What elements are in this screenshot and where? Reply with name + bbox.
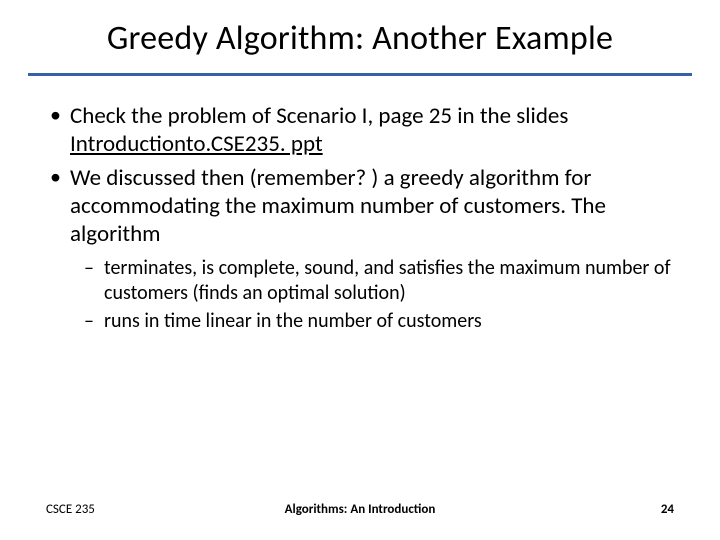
sub-bullet-1: terminates, is complete, sound, and sati… [82, 256, 674, 305]
footer-page-number: 24 [661, 502, 674, 517]
title-wrap: Greedy Algorithm: Another Example [0, 0, 720, 67]
sub-bullet-1-text: terminates, is complete, sound, and sati… [104, 256, 671, 304]
bullet-1-link[interactable]: Introductionto.CSE235. ppt [70, 130, 323, 158]
bullet-2-text: We discussed then (remember? ) a greedy … [70, 164, 606, 248]
bullet-1: Check the problem of Scenario I, page 25… [46, 102, 674, 158]
footer-title: Algorithms: An Introduction [0, 502, 720, 517]
bullet-1-text: Check the problem of Scenario I, page 25… [70, 102, 568, 130]
slide-title: Greedy Algorithm: Another Example [40, 18, 680, 59]
sub-bullet-2: runs in time linear in the number of cus… [82, 309, 674, 333]
sub-bullet-2-text: runs in time linear in the number of cus… [104, 309, 482, 333]
slide: Greedy Algorithm: Another Example Check … [0, 0, 720, 540]
footer: CSCE 235 Algorithms: An Introduction 24 [0, 502, 720, 522]
slide-body: Check the problem of Scenario I, page 25… [0, 76, 720, 333]
bullet-list: Check the problem of Scenario I, page 25… [46, 102, 674, 333]
bullet-2: We discussed then (remember? ) a greedy … [46, 164, 674, 333]
sub-bullet-list: terminates, is complete, sound, and sati… [70, 256, 674, 333]
